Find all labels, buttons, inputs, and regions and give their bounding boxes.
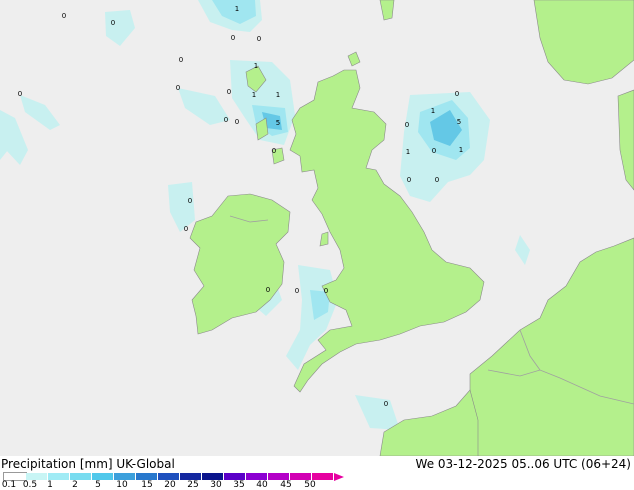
- precip-value-label: 0: [432, 147, 436, 155]
- legend-tick-label: 45: [280, 480, 292, 490]
- legend-tick-label: 0.1: [1, 480, 17, 490]
- precip-value-label: 0: [231, 34, 235, 42]
- legend-swatch: [3, 472, 27, 481]
- precip-value-label: 0: [324, 287, 328, 295]
- precip-value-label: 0: [184, 225, 188, 233]
- legend-swatch: [268, 473, 290, 480]
- legend-swatch: [290, 473, 312, 480]
- legend-tick-label: 1: [47, 480, 53, 490]
- precip-value-label: 1: [276, 91, 280, 99]
- precip-value-label: 0: [435, 176, 439, 184]
- legend-tick-label: 5: [95, 480, 101, 490]
- precipitation-color-legend: [3, 472, 344, 481]
- legend-tick-label: 2: [72, 480, 78, 490]
- precip-value-label: 0: [235, 118, 239, 126]
- precip-value-label: 1: [235, 5, 239, 13]
- legend-swatch: [70, 473, 92, 480]
- precip-value-label: 0: [224, 116, 228, 124]
- precip-value-label: 0: [272, 147, 276, 155]
- legend-tick-labels: 0.1 0.5 1 2 5 10 15 20 25 30 35 40 45 50: [0, 480, 340, 490]
- precip-value-label: 0: [188, 197, 192, 205]
- precip-value-label: 5: [276, 119, 280, 127]
- forecast-datetime: We 03-12-2025 05..06 UTC (06+24): [415, 457, 631, 471]
- precip-value-label: 0: [62, 12, 66, 20]
- legend-swatch: [312, 473, 334, 480]
- precip-value-label: 0: [179, 56, 183, 64]
- legend-swatch: [114, 473, 136, 480]
- legend-tick-label: 25: [187, 480, 199, 490]
- precip-value-label: 0: [176, 84, 180, 92]
- map-footer: Precipitation [mm] UK-Global We 03-12-20…: [0, 456, 634, 490]
- legend-swatch: [202, 473, 224, 480]
- legend-swatch: [92, 473, 114, 480]
- precip-value-label: 0: [18, 90, 22, 98]
- legend-tick-label: 0.5: [22, 480, 38, 490]
- legend-tick-label: 35: [233, 480, 245, 490]
- precip-value-label: 1: [406, 148, 410, 156]
- map-title: Precipitation [mm] UK-Global: [1, 457, 175, 471]
- precip-value-label: 0: [295, 287, 299, 295]
- precip-value-label: 0: [455, 90, 459, 98]
- precip-value-label: 0: [405, 121, 409, 129]
- legend-swatch: [224, 473, 246, 480]
- legend-tick-label: 50: [304, 480, 316, 490]
- legend-swatch: [26, 473, 48, 480]
- precip-value-label: 0: [266, 286, 270, 294]
- legend-tick-label: 15: [141, 480, 153, 490]
- precip-value-label: 1: [459, 146, 463, 154]
- legend-swatch: [246, 473, 268, 480]
- precip-value-label: 0: [257, 35, 261, 43]
- legend-tick-label: 40: [256, 480, 268, 490]
- precip-value-label: 0: [384, 400, 388, 408]
- precip-value-label: 0: [407, 176, 411, 184]
- precip-value-label: 0: [227, 88, 231, 96]
- legend-tick-label: 30: [210, 480, 222, 490]
- legend-swatch: [180, 473, 202, 480]
- precip-value-label: 1: [254, 62, 258, 70]
- legend-swatch: [48, 473, 70, 480]
- legend-tick-label: 20: [164, 480, 176, 490]
- legend-swatch: [158, 473, 180, 480]
- precip-value-label: 5: [457, 118, 461, 126]
- precipitation-map: 0010 00010 1 10 0 500 01501 0 10 0000 0 00: [0, 0, 634, 456]
- precip-value-label: 1: [431, 107, 435, 115]
- precip-value-label: 0: [111, 19, 115, 27]
- precip-value-label: 1: [252, 91, 256, 99]
- legend-tick-label: 10: [116, 480, 128, 490]
- legend-swatch: [136, 473, 158, 480]
